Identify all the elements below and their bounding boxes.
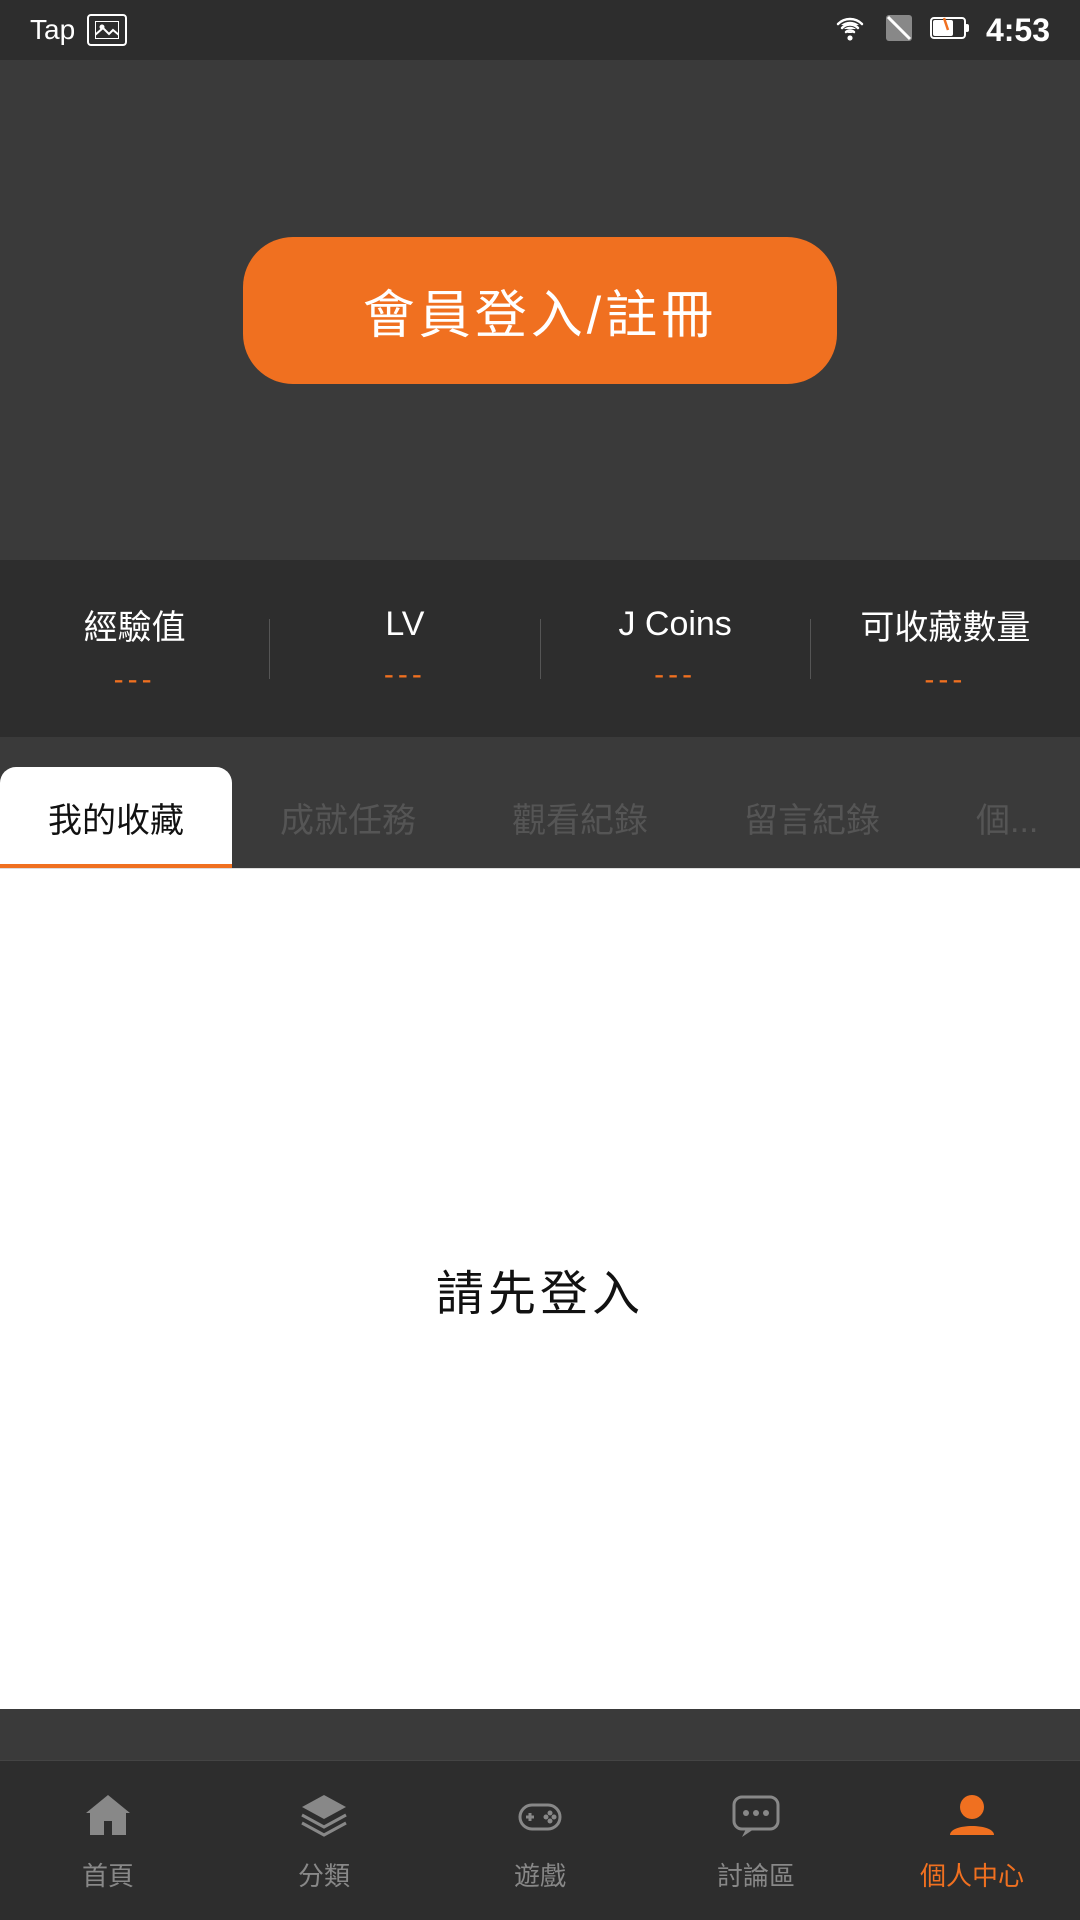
status-left: Tap bbox=[30, 14, 127, 46]
stat-lv: LV --- bbox=[270, 605, 539, 692]
stat-lv-value: --- bbox=[384, 658, 426, 692]
content-area: 請先登入 bbox=[0, 869, 1080, 1709]
tab-my-collection[interactable]: 我的收藏 bbox=[0, 767, 232, 868]
nav-categories[interactable]: 分類 bbox=[216, 1789, 432, 1893]
bottom-nav: 首頁 分類 遊戲 bbox=[0, 1760, 1080, 1920]
stat-lv-label: LV bbox=[385, 605, 424, 644]
sim-icon bbox=[884, 13, 914, 48]
stat-collectible-value: --- bbox=[924, 663, 966, 697]
stat-collectible: 可收藏數量 --- bbox=[811, 600, 1080, 697]
status-time: 4:53 bbox=[986, 12, 1050, 49]
nav-games-label: 遊戲 bbox=[514, 1856, 566, 1893]
gamepad-icon bbox=[514, 1789, 566, 1846]
tab-comments-history[interactable]: 留言紀錄 bbox=[696, 767, 928, 868]
tabs-container: 我的收藏 成就任務 觀看紀錄 留言紀錄 個... bbox=[0, 737, 1080, 869]
nav-profile[interactable]: 個人中心 bbox=[864, 1789, 1080, 1893]
nav-games[interactable]: 遊戲 bbox=[432, 1789, 648, 1893]
home-icon bbox=[82, 1789, 134, 1846]
stat-coins: J Coins --- bbox=[541, 605, 810, 692]
stat-coins-value: --- bbox=[654, 658, 696, 692]
nav-profile-label: 個人中心 bbox=[920, 1856, 1024, 1893]
chat-icon bbox=[730, 1789, 782, 1846]
stat-experience-label: 經驗值 bbox=[84, 600, 186, 649]
stat-experience-value: --- bbox=[114, 663, 156, 697]
wifi-icon bbox=[832, 14, 868, 47]
stats-bar: 經驗值 --- LV --- J Coins --- 可收藏數量 --- bbox=[0, 560, 1080, 737]
stat-collectible-label: 可收藏數量 bbox=[860, 600, 1030, 649]
image-icon bbox=[87, 14, 127, 46]
tab-watch-history[interactable]: 觀看紀錄 bbox=[464, 767, 696, 868]
stat-experience: 經驗值 --- bbox=[0, 600, 269, 697]
nav-forum[interactable]: 討論區 bbox=[648, 1789, 864, 1893]
layers-icon bbox=[298, 1789, 350, 1846]
nav-categories-label: 分類 bbox=[298, 1856, 350, 1893]
please-login-message: 請先登入 bbox=[436, 1254, 644, 1324]
stat-coins-label: J Coins bbox=[618, 605, 731, 644]
nav-home[interactable]: 首頁 bbox=[0, 1789, 216, 1893]
tab-achievements[interactable]: 成就任務 bbox=[232, 767, 464, 868]
person-icon bbox=[946, 1789, 998, 1846]
status-right: 4:53 bbox=[832, 12, 1050, 49]
app-name-label: Tap bbox=[30, 14, 75, 46]
login-register-button[interactable]: 會員登入/註冊 bbox=[243, 237, 837, 384]
hero-area: 會員登入/註冊 bbox=[0, 60, 1080, 560]
battery-icon bbox=[930, 14, 970, 47]
tab-more[interactable]: 個... bbox=[928, 767, 1080, 868]
status-bar: Tap bbox=[0, 0, 1080, 60]
nav-home-label: 首頁 bbox=[82, 1856, 134, 1893]
nav-forum-label: 討論區 bbox=[717, 1856, 795, 1893]
